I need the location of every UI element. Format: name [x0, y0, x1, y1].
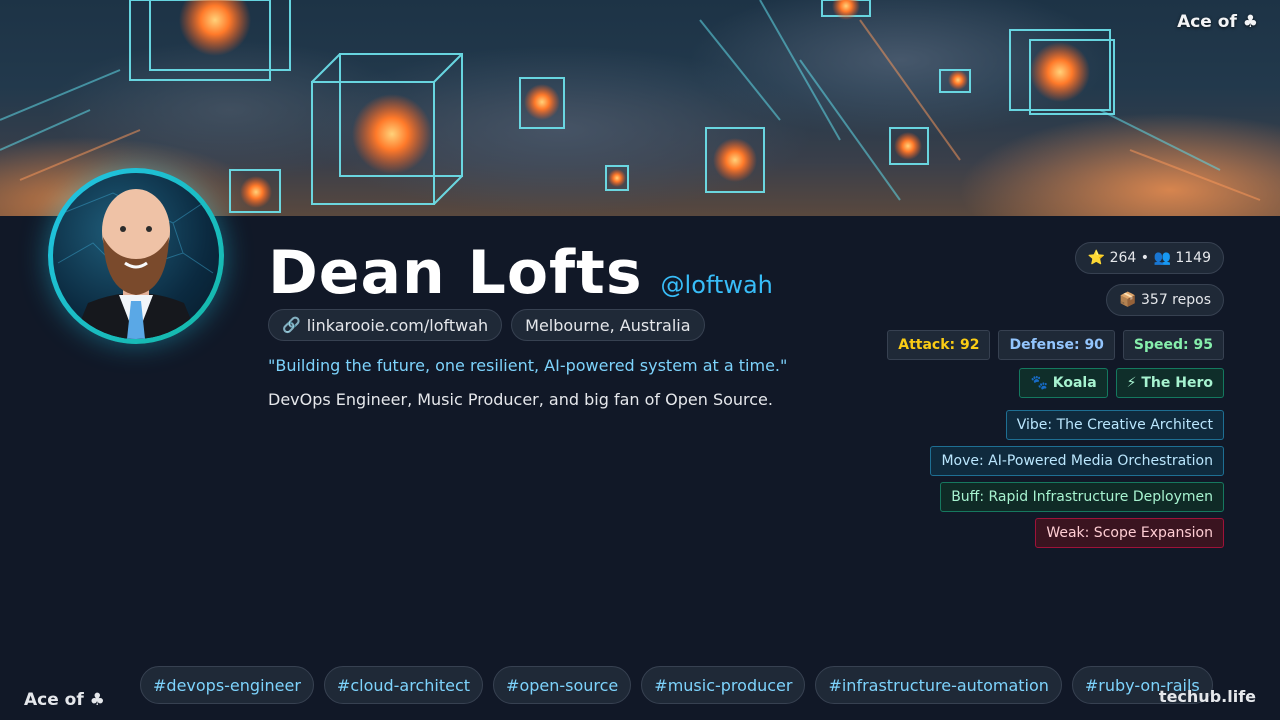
name-row: Dean Lofts @loftwah	[268, 238, 773, 308]
buff-tag: Buff: Rapid Infrastructure Deploymen	[940, 482, 1224, 512]
profile-chips: 🔗 linkarooie.com/loftwah Melbourne, Aust…	[268, 309, 705, 341]
vibe-tag: Vibe: The Creative Architect	[1005, 410, 1224, 440]
avatar-photo	[53, 173, 219, 339]
archetype-badge: ⚡ The Hero	[1115, 368, 1224, 398]
site-link[interactable]: techub.life	[1159, 687, 1256, 706]
tag-devops-engineer[interactable]: #devops-engineer	[140, 666, 314, 704]
profile-name: Dean Lofts	[268, 238, 643, 308]
tag-cloud-architect[interactable]: #cloud-architect	[323, 666, 484, 704]
stars-followers-count: ⭐ 264 • 👥 1149	[1074, 242, 1224, 274]
profile-quote: "Building the future, one resilient, AI-…	[268, 356, 788, 375]
brand-logo-top: Ace of ♣	[1177, 12, 1258, 32]
tag-open-source[interactable]: #open-source	[493, 666, 632, 704]
profile-handle-link[interactable]: @loftwah	[661, 271, 773, 299]
attack-stat: Attack: 92	[887, 330, 991, 360]
weakness-tag: Weak: Scope Expansion	[1035, 518, 1224, 548]
avatar	[48, 168, 224, 344]
defense-stat: Defense: 90	[998, 330, 1115, 360]
repos-count: 📦 357 repos	[1106, 284, 1224, 316]
tag-infrastructure-automation[interactable]: #infrastructure-automation	[815, 666, 1062, 704]
website-link[interactable]: 🔗 linkarooie.com/loftwah	[268, 309, 503, 341]
website-label: linkarooie.com/loftwah	[306, 315, 489, 335]
speed-stat: Speed: 95	[1122, 330, 1224, 360]
tag-list: #devops-engineer #cloud-architect #open-…	[140, 666, 1213, 704]
location-chip: Melbourne, Australia	[511, 309, 705, 341]
move-tag: Move: AI-Powered Media Orchestration	[930, 446, 1224, 476]
brand-logo-bottom: Ace of ♣	[24, 690, 105, 710]
tag-music-producer[interactable]: #music-producer	[641, 666, 806, 704]
spirit-animal-badge: 🐾 Koala	[1019, 368, 1108, 398]
stats-panel: ⭐ 264 • 👥 1149 📦 357 repos Attack: 92 De…	[864, 242, 1224, 548]
location-label: Melbourne, Australia	[525, 315, 691, 335]
profile-bio: DevOps Engineer, Music Producer, and big…	[268, 390, 773, 409]
link-icon: 🔗	[282, 316, 301, 334]
